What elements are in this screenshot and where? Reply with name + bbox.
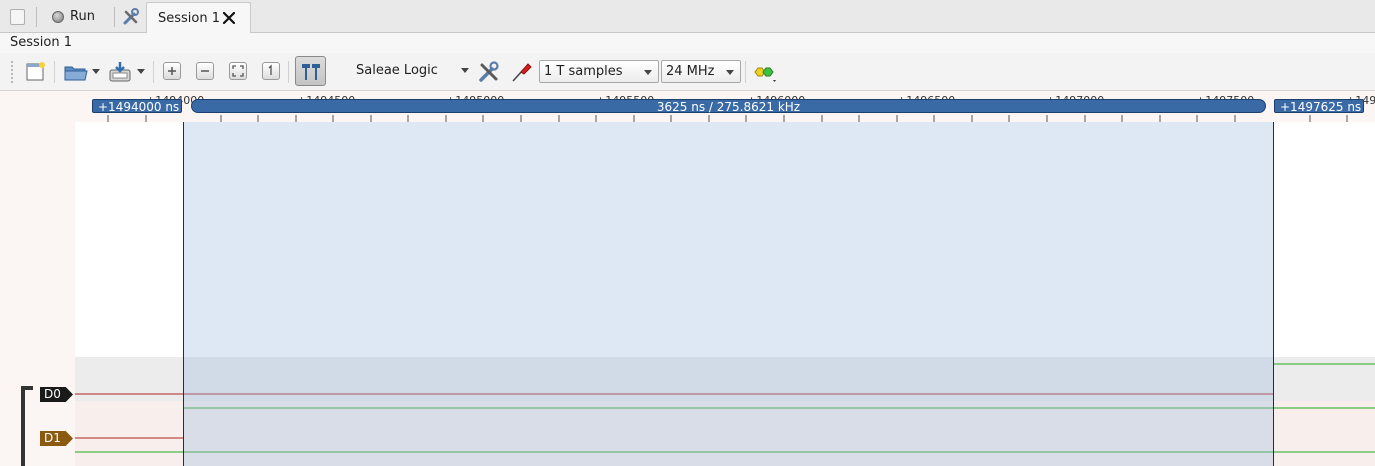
- rate-dropdown-caret: [726, 70, 734, 75]
- channel-name: D0: [44, 387, 61, 401]
- sample-rate-value: 24 MHz: [666, 64, 715, 79]
- analyzers-icon[interactable]: [753, 61, 781, 83]
- sample-rate-dropdown[interactable]: 24 MHz: [661, 60, 741, 83]
- trigger-probe-icon[interactable]: [510, 61, 532, 83]
- toolbar: Saleae Logic 1 T samples 24 MHz: [0, 53, 1375, 91]
- zoom-in-button[interactable]: [163, 62, 181, 80]
- new-session-icon[interactable]: [25, 61, 47, 83]
- toolbar-separator: [153, 61, 154, 83]
- zoom-reset-button[interactable]: [262, 62, 280, 80]
- record-icon: [52, 11, 64, 23]
- device-name: Saleae Logic: [356, 63, 438, 78]
- zoom-out-button[interactable]: [196, 62, 214, 80]
- session-tab-label: Session 1: [158, 11, 221, 26]
- toolbar-grip: [11, 61, 14, 83]
- channel-group-bracket[interactable]: [21, 386, 33, 466]
- tab-separator: [114, 7, 115, 27]
- device-selector[interactable]: Saleae Logic: [350, 60, 472, 83]
- save-dropdown-caret[interactable]: [137, 69, 145, 74]
- session-header: Session 1: [0, 33, 1375, 53]
- device-settings-icon[interactable]: [478, 61, 500, 83]
- tab-separator: [36, 7, 37, 27]
- tab-bar: Run Session 1: [0, 0, 1375, 34]
- run-tab[interactable]: Run: [51, 8, 111, 26]
- zoom-fit-button[interactable]: [229, 62, 247, 80]
- tools-icon[interactable]: [122, 8, 140, 26]
- run-tab-label: Run: [70, 9, 95, 24]
- close-icon[interactable]: [223, 12, 235, 24]
- zoom-reset-icon: [268, 64, 272, 75]
- device-dropdown-caret: [461, 68, 469, 73]
- toolbar-separator: [54, 61, 55, 83]
- time-selection[interactable]: [183, 122, 1274, 466]
- zoom-fit-icon: [232, 65, 244, 77]
- save-icon[interactable]: [108, 61, 134, 83]
- toolbar-separator: [288, 61, 289, 83]
- waveform-area: +1494000 +1494500 +1495000 +1495500 +149…: [0, 91, 1375, 466]
- open-dropdown-caret[interactable]: [92, 69, 100, 74]
- open-folder-icon[interactable]: [63, 61, 89, 83]
- samples-value: 1 T samples: [544, 64, 623, 79]
- session-title: Session 1: [10, 35, 73, 50]
- session-tab[interactable]: Session 1: [146, 2, 251, 34]
- zoom-out-icon: [201, 70, 209, 72]
- cursors-icon: [302, 64, 320, 80]
- new-tab-icon[interactable]: [10, 9, 25, 25]
- samples-dropdown-caret: [644, 70, 652, 75]
- toolbar-separator: [745, 61, 746, 83]
- channel-name: D1: [44, 431, 61, 445]
- zoom-in-icon: [168, 67, 176, 75]
- samples-dropdown[interactable]: 1 T samples: [539, 60, 659, 83]
- cursor-toggle-button[interactable]: [295, 56, 326, 86]
